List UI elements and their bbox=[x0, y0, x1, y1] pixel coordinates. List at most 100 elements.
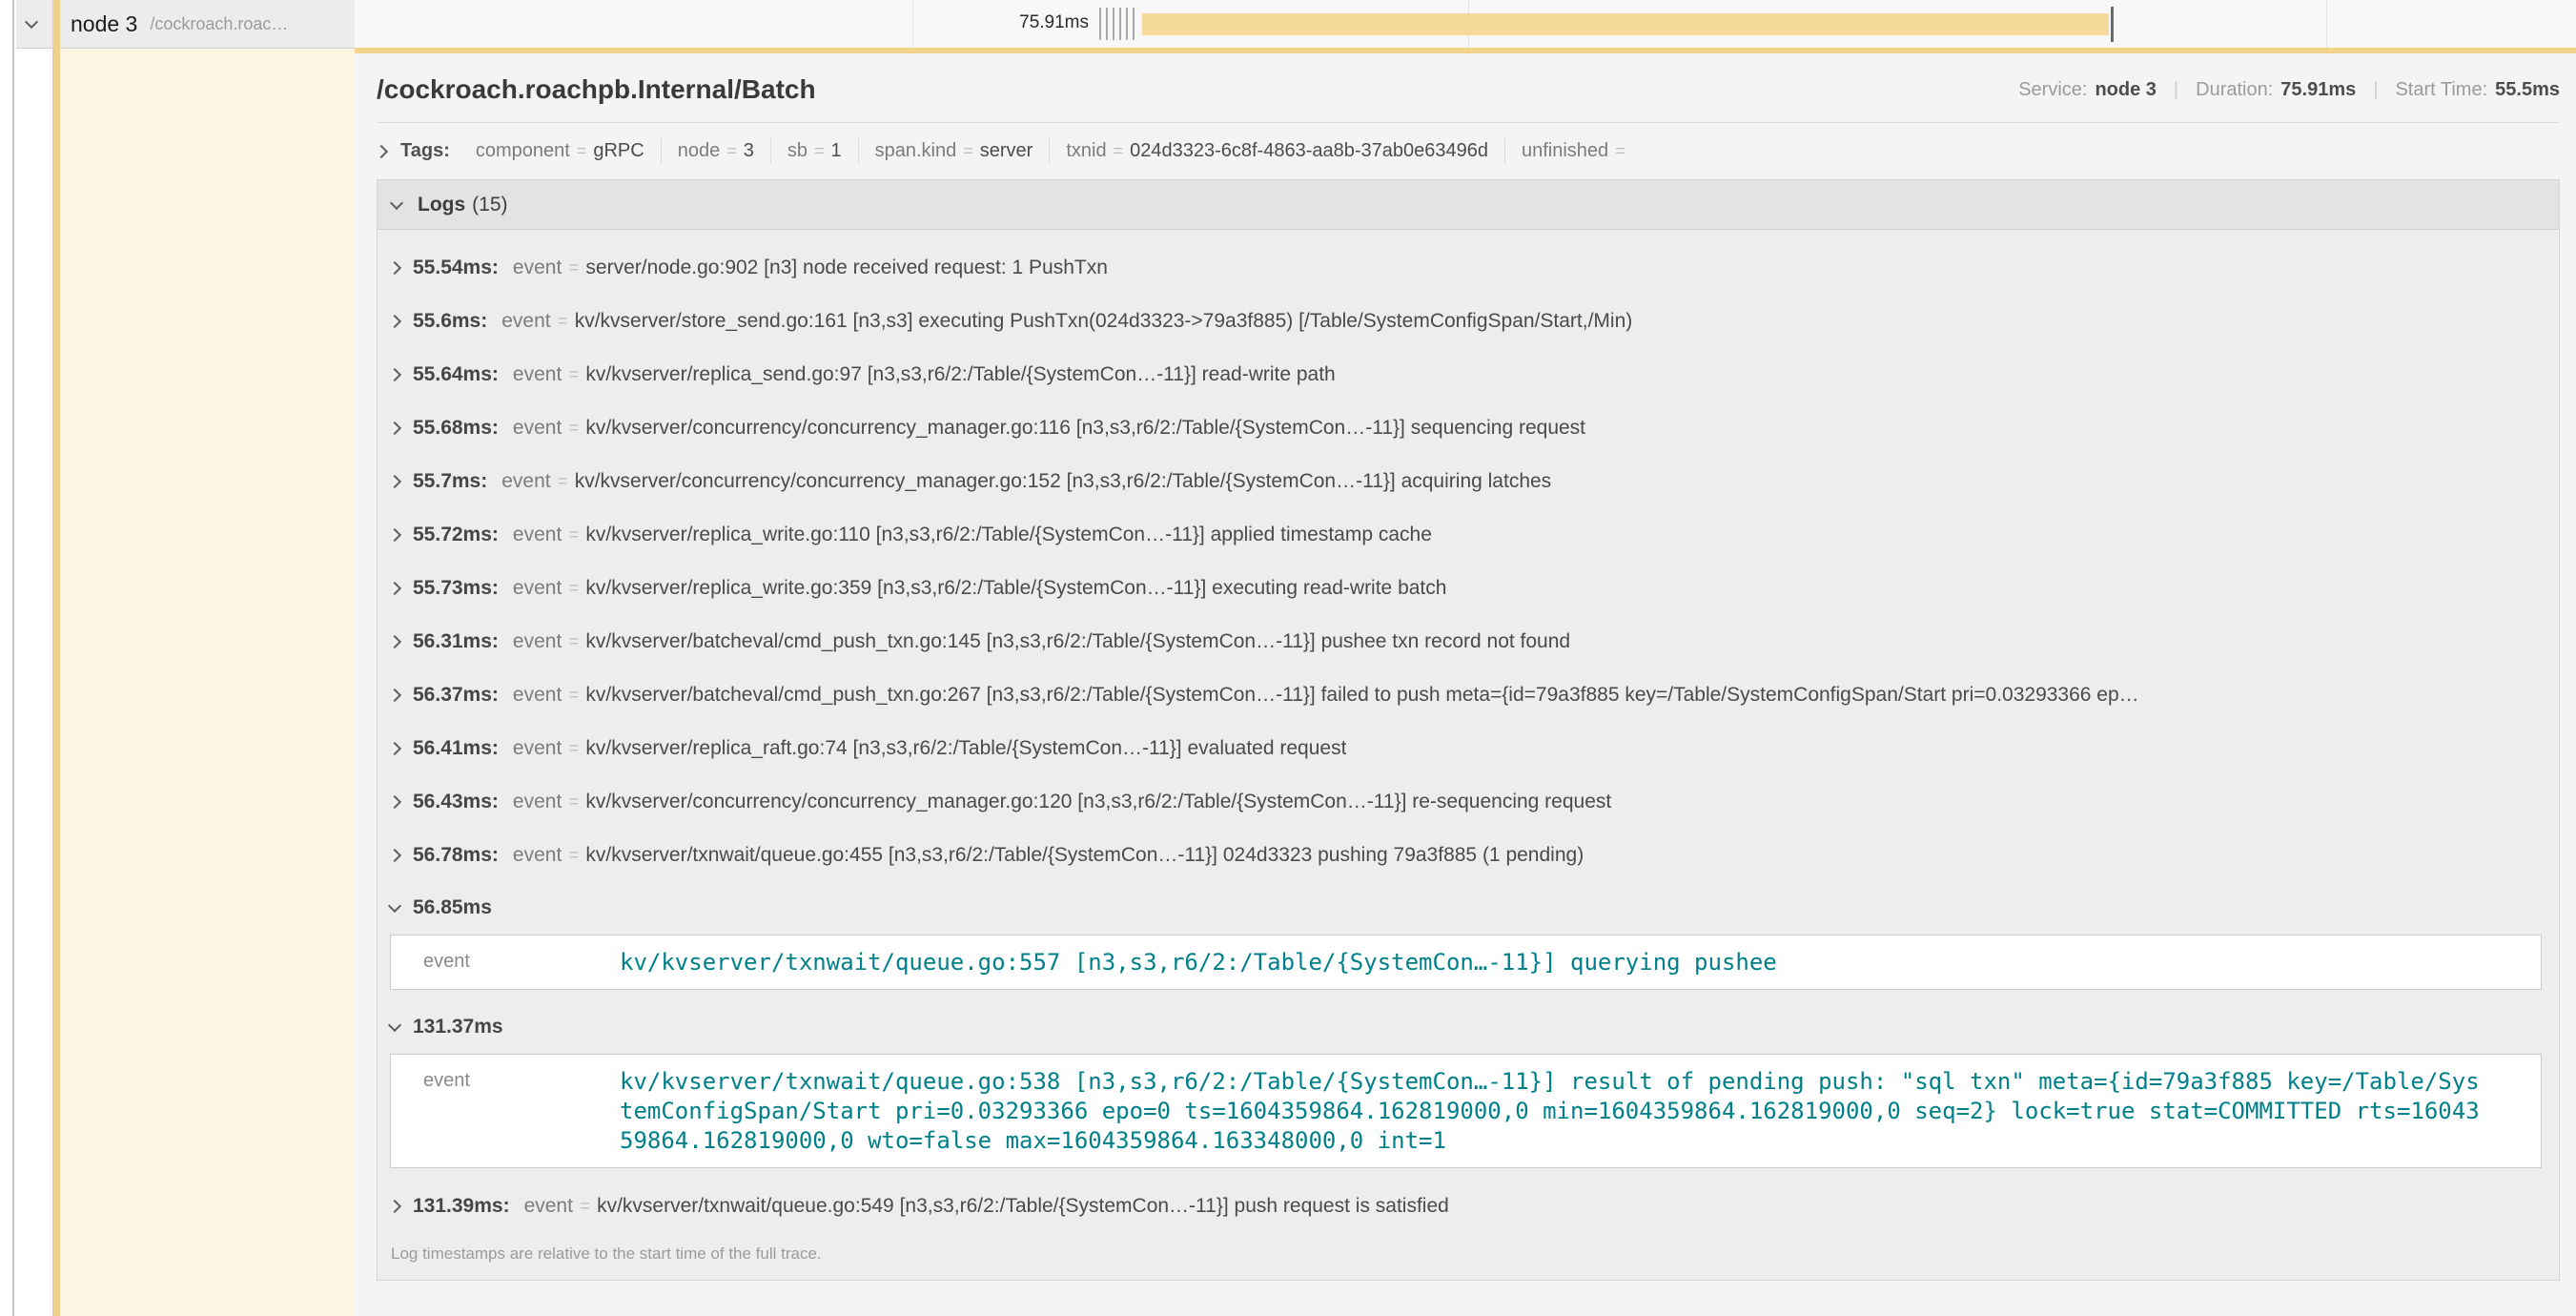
span-duration-bar[interactable] bbox=[1142, 13, 2109, 35]
log-equals-sign: = bbox=[558, 472, 568, 493]
overview-separator: | bbox=[2174, 79, 2178, 101]
log-entry-expanded: 56.85ms event kv/kvserver/txnwait/queue.… bbox=[390, 882, 2545, 990]
log-expanded-header[interactable]: 56.85ms bbox=[390, 882, 2545, 932]
log-message: server/node.go:902 [n3] node received re… bbox=[585, 257, 1108, 279]
service-value: node 3 bbox=[2095, 79, 2156, 101]
log-message: kv/kvserver/batcheval/cmd_push_txn.go:26… bbox=[585, 684, 2138, 707]
log-row[interactable]: 55.7ms: event = kv/kvserver/concurrency/… bbox=[390, 455, 2545, 508]
log-timestamp: 55.73ms: bbox=[413, 577, 499, 600]
log-expand-chevron-icon[interactable] bbox=[390, 582, 401, 595]
log-field-key: event bbox=[513, 417, 562, 440]
timeline-ruler[interactable]: 75.91ms bbox=[355, 0, 2576, 49]
log-row[interactable]: 56.43ms: event = kv/kvserver/concurrency… bbox=[390, 775, 2545, 829]
log-field-value: kv/kvserver/txnwait/queue.go:538 [n3,s3,… bbox=[620, 1067, 2484, 1156]
log-field-key: event bbox=[391, 948, 620, 973]
log-field-key: event bbox=[501, 470, 550, 493]
log-expand-chevron-icon[interactable] bbox=[390, 635, 401, 648]
tag-value: 024d3323-6c8f-4863-aa8b-37ab0e63496d bbox=[1130, 140, 1488, 162]
log-message: kv/kvserver/concurrency/concurrency_mana… bbox=[575, 470, 1551, 493]
log-row[interactable]: 55.72ms: event = kv/kvserver/replica_wri… bbox=[390, 508, 2545, 562]
span-detail-header: /cockroach.roachpb.Internal/Batch Servic… bbox=[377, 53, 2560, 123]
log-expand-chevron-icon[interactable] bbox=[390, 261, 401, 275]
tag-value: server bbox=[980, 140, 1033, 162]
log-row[interactable]: 56.37ms: event = kv/kvserver/batcheval/c… bbox=[390, 668, 2545, 722]
log-row[interactable]: 55.73ms: event = kv/kvserver/replica_wri… bbox=[390, 562, 2545, 615]
log-expand-chevron-icon[interactable] bbox=[390, 368, 401, 381]
log-row[interactable]: 55.54ms: event = server/node.go:902 [n3]… bbox=[390, 241, 2545, 295]
span-detail-panel: /cockroach.roachpb.Internal/Batch Servic… bbox=[355, 48, 2576, 1316]
log-row[interactable]: 56.31ms: event = kv/kvserver/batcheval/c… bbox=[390, 615, 2545, 668]
log-field-key: event bbox=[513, 363, 562, 386]
collapse-span-chevron-icon[interactable] bbox=[25, 14, 38, 28]
log-equals-sign: = bbox=[568, 632, 579, 653]
tag-key: txnid bbox=[1066, 140, 1106, 162]
log-message: kv/kvserver/concurrency/concurrency_mana… bbox=[585, 417, 1585, 440]
log-expand-chevron-icon[interactable] bbox=[390, 1200, 401, 1213]
logs-section: Logs (15) 55.54ms: event = server/node.g… bbox=[377, 179, 2560, 1281]
log-row[interactable]: 55.64ms: event = kv/kvserver/replica_sen… bbox=[390, 348, 2545, 401]
log-equals-sign: = bbox=[568, 579, 579, 600]
log-expand-chevron-icon[interactable] bbox=[390, 422, 401, 435]
log-row[interactable]: 56.78ms: event = kv/kvserver/txnwait/que… bbox=[390, 829, 2545, 882]
log-equals-sign: = bbox=[568, 258, 579, 279]
tags-label: Tags: bbox=[400, 140, 450, 162]
tag-key: node bbox=[678, 140, 721, 162]
log-equals-sign: = bbox=[568, 525, 579, 546]
log-expand-chevron-icon[interactable] bbox=[390, 742, 401, 755]
log-expand-chevron-icon[interactable] bbox=[390, 475, 401, 488]
log-message: kv/kvserver/txnwait/queue.go:455 [n3,s3,… bbox=[585, 844, 1584, 867]
log-equals-sign: = bbox=[580, 1197, 590, 1218]
tag-key: span.kind bbox=[875, 140, 957, 162]
log-timestamp: 55.64ms: bbox=[413, 363, 499, 386]
duration-label: Duration: bbox=[2196, 79, 2273, 101]
log-field-value: kv/kvserver/txnwait/queue.go:557 [n3,s3,… bbox=[620, 948, 1777, 977]
log-equals-sign: = bbox=[568, 792, 579, 813]
tag-equals-sign: = bbox=[577, 141, 587, 161]
tag-equals-sign: = bbox=[963, 141, 973, 161]
tag-equals-sign: = bbox=[726, 141, 737, 161]
log-message: kv/kvserver/store_send.go:161 [n3,s3] ex… bbox=[575, 310, 1633, 333]
log-row[interactable]: 56.41ms: event = kv/kvserver/replica_raf… bbox=[390, 722, 2545, 775]
timeline-tick bbox=[1126, 8, 1128, 40]
tag-equals-sign: = bbox=[1114, 141, 1124, 161]
log-field-key: event bbox=[513, 524, 562, 546]
logs-header[interactable]: Logs (15) bbox=[378, 180, 2559, 230]
span-name-column-highlight bbox=[60, 49, 355, 1316]
log-collapse-chevron-icon[interactable] bbox=[388, 898, 401, 912]
left-gutter bbox=[0, 0, 14, 1316]
log-timestamp: 55.7ms: bbox=[413, 470, 487, 493]
log-message: kv/kvserver/txnwait/queue.go:549 [n3,s3,… bbox=[597, 1195, 1449, 1218]
logs-collapse-chevron-icon[interactable] bbox=[390, 195, 403, 209]
log-equals-sign: = bbox=[568, 686, 579, 707]
log-collapse-chevron-icon[interactable] bbox=[388, 1018, 401, 1031]
log-row[interactable]: 131.39ms: event = kv/kvserver/txnwait/qu… bbox=[390, 1180, 2545, 1233]
span-overview: Service: node 3 | Duration: 75.91ms | St… bbox=[2018, 79, 2560, 101]
span-row-header[interactable]: node 3 /cockroach.roach… bbox=[16, 0, 355, 49]
tag-equals-sign: = bbox=[814, 141, 825, 161]
span-service-name: node 3 bbox=[71, 11, 137, 37]
tags-expand-chevron-icon[interactable] bbox=[375, 144, 388, 157]
log-expand-chevron-icon[interactable] bbox=[390, 689, 401, 702]
timeline-gridline bbox=[2326, 0, 2327, 48]
log-row[interactable]: 55.6ms: event = kv/kvserver/store_send.g… bbox=[390, 295, 2545, 348]
log-expand-chevron-icon[interactable] bbox=[390, 528, 401, 542]
log-expand-chevron-icon[interactable] bbox=[390, 849, 401, 862]
log-row[interactable]: 55.68ms: event = kv/kvserver/concurrency… bbox=[390, 401, 2545, 455]
logs-count: (15) bbox=[472, 194, 507, 216]
timeline-tick bbox=[1113, 8, 1114, 40]
log-timestamp: 55.72ms: bbox=[413, 524, 499, 546]
timeline-tick bbox=[1099, 8, 1101, 40]
log-equals-sign: = bbox=[568, 846, 579, 867]
span-end-marker bbox=[2111, 7, 2114, 42]
log-message: kv/kvserver/replica_write.go:110 [n3,s3,… bbox=[585, 524, 1432, 546]
timeline-gridline bbox=[912, 0, 913, 48]
log-equals-sign: = bbox=[568, 739, 579, 760]
log-field-key: event bbox=[513, 791, 562, 813]
tags-row[interactable]: Tags: component = gRPC node = 3 sb = 1 s… bbox=[377, 123, 2560, 176]
logs-list: 55.54ms: event = server/node.go:902 [n3]… bbox=[378, 230, 2559, 1233]
log-detail-box: event kv/kvserver/txnwait/queue.go:557 [… bbox=[390, 935, 2542, 990]
log-expanded-header[interactable]: 131.37ms bbox=[390, 1001, 2545, 1051]
log-timestamp: 56.43ms: bbox=[413, 791, 499, 813]
log-expand-chevron-icon[interactable] bbox=[390, 795, 401, 809]
log-expand-chevron-icon[interactable] bbox=[390, 315, 401, 328]
